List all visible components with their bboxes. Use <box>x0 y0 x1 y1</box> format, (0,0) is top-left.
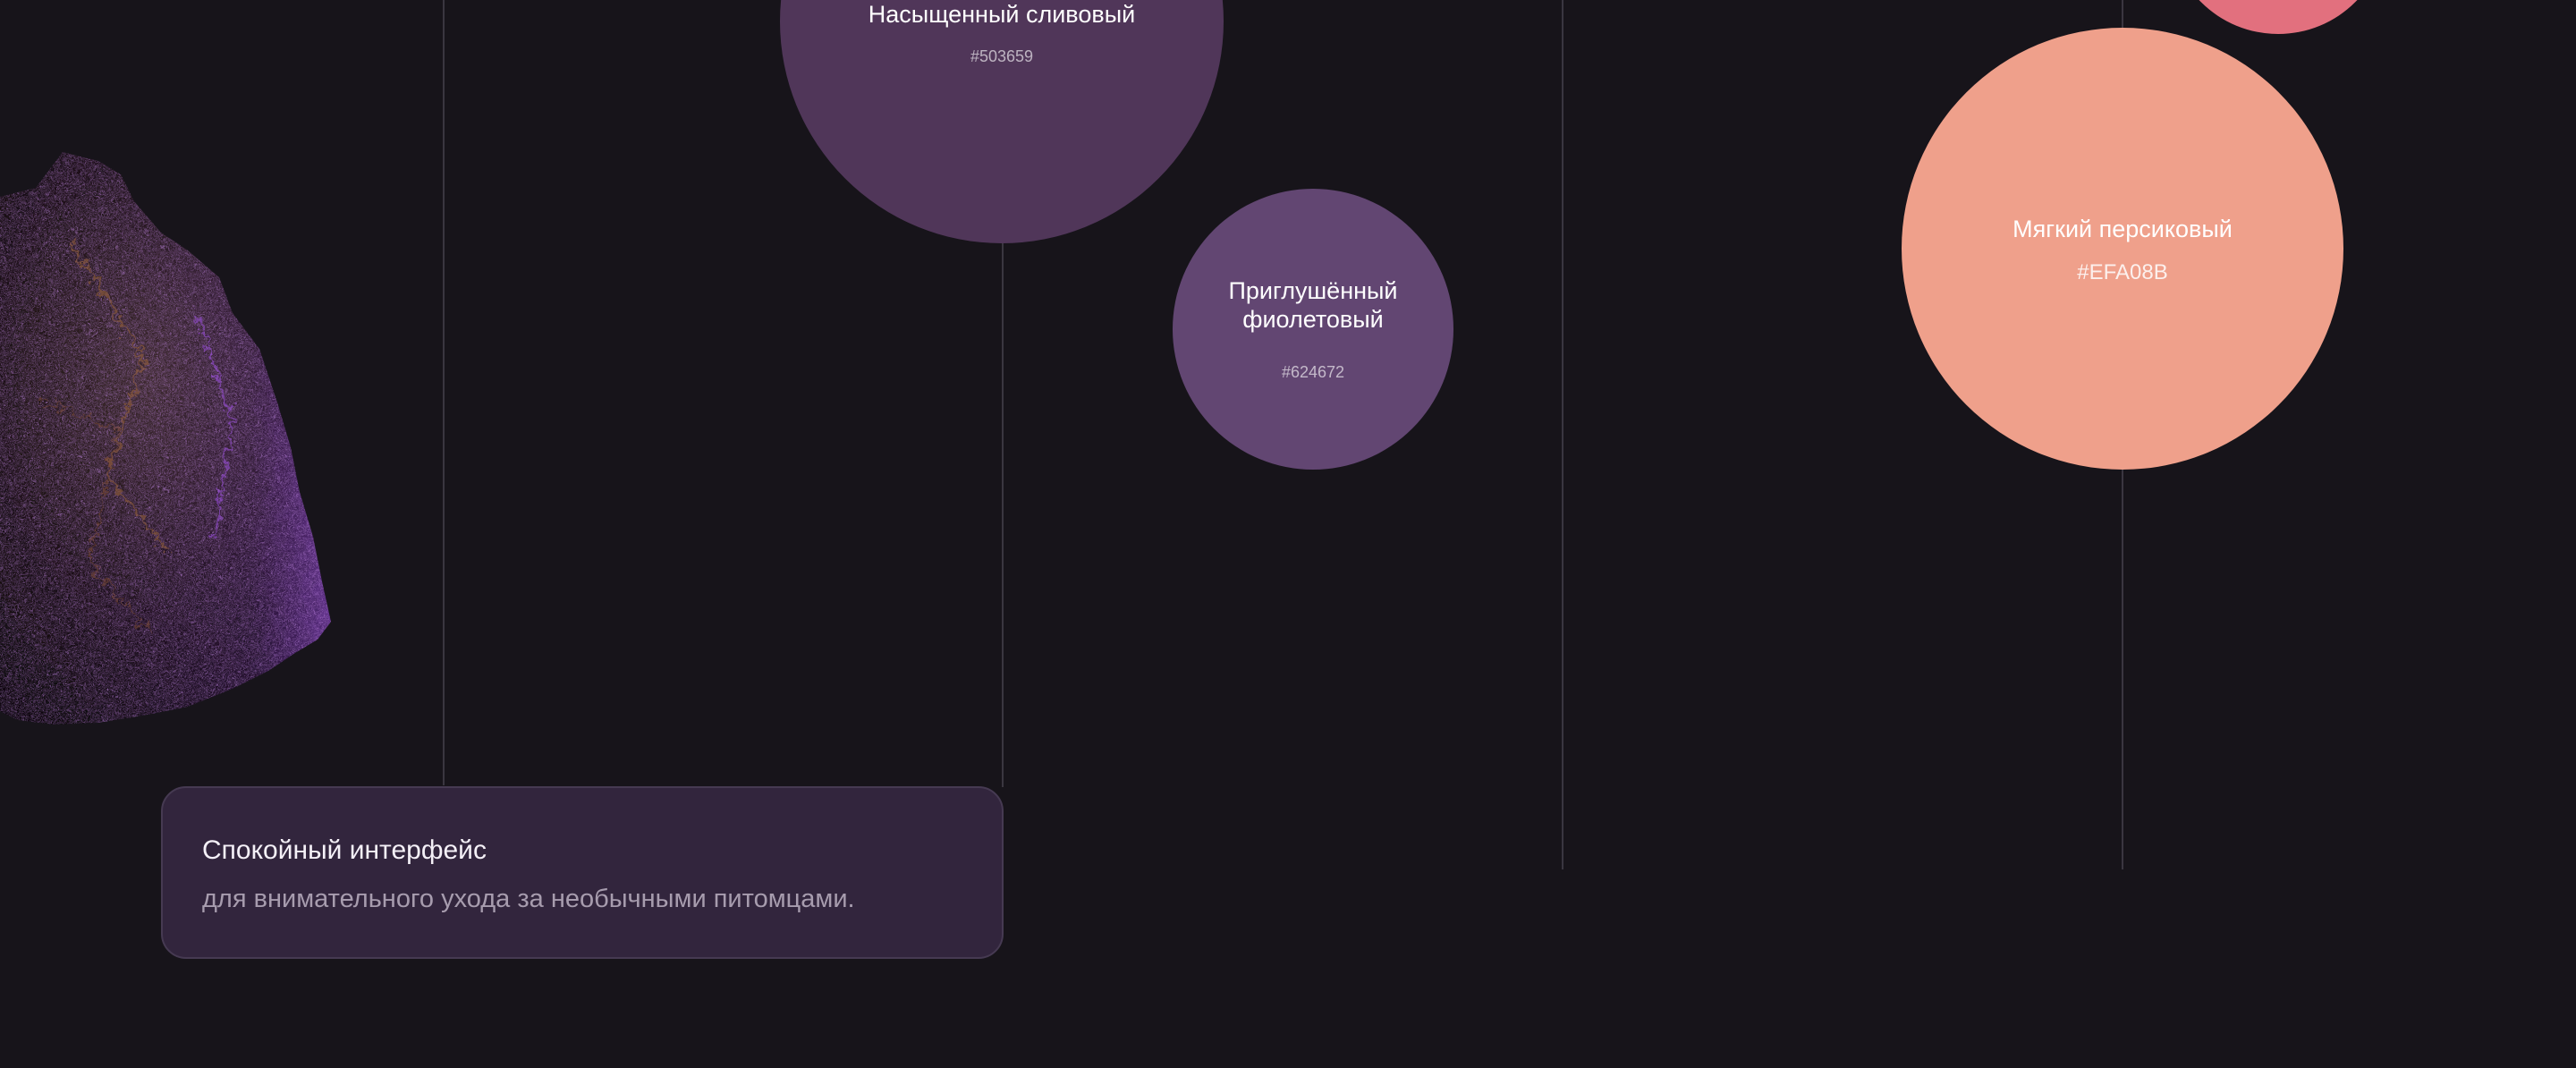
palette-page: Насыщенный сливовый #503659 Приглушённый… <box>0 0 2576 1068</box>
rock-image <box>0 152 331 725</box>
swatch-name: Насыщенный сливовый <box>868 1 1136 28</box>
divider-line <box>1562 0 1563 869</box>
swatch-hex-code: #503659 <box>970 47 1034 65</box>
swatch-hex-code: #EFA08B <box>2077 260 2168 284</box>
swatch-name: Мягкий персиковый <box>2012 216 2233 242</box>
swatch-saturated-plum: Насыщенный сливовый #503659 <box>780 0 1224 243</box>
info-card-title: Спокойный интерфейс <box>202 835 487 865</box>
swatch-hex-code: #624672 <box>1281 363 1345 381</box>
swatch-name-line-2: фиолетовый <box>1242 306 1384 333</box>
swatch-muted-violet: Приглушённый фиолетовый #624672 <box>1173 189 1453 470</box>
divider-line <box>1002 242 1004 787</box>
info-card: Спокойный интерфейс для внимательного ух… <box>161 786 1004 959</box>
swatch-soft-peach: Мягкий персиковый #EFA08B <box>1902 28 2343 470</box>
swatch-rose-partial <box>2169 0 2387 34</box>
divider-line <box>443 0 445 785</box>
swatch-name-line-1: Приглушённый <box>1228 277 1398 304</box>
info-card-subtitle: для внимательного ухода за необычными пи… <box>202 885 855 913</box>
